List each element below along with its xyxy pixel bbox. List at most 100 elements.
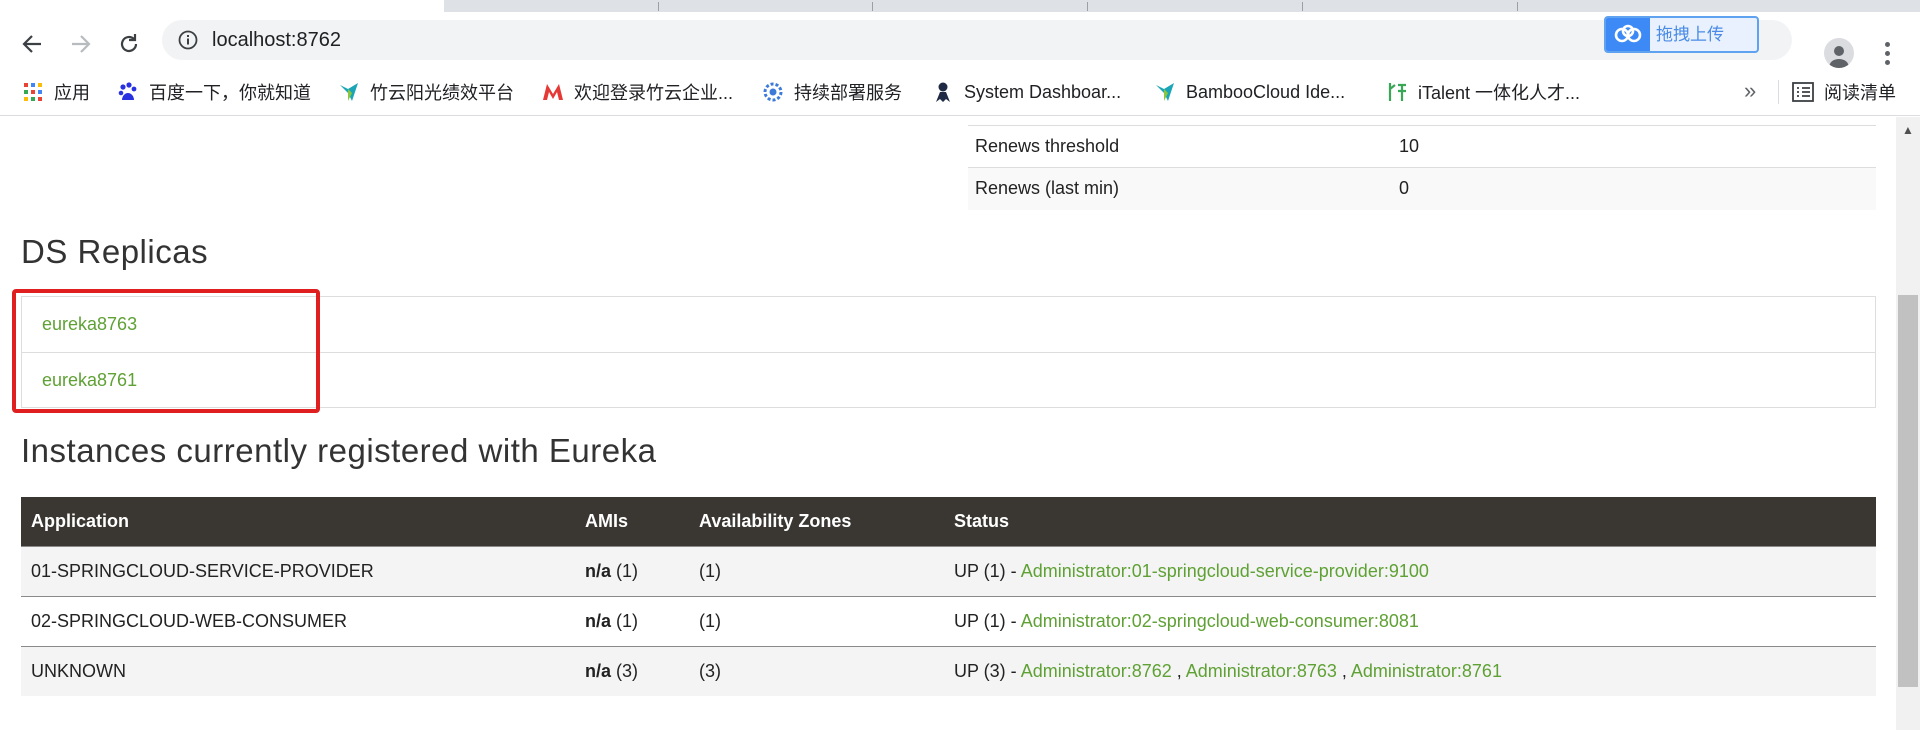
reading-list-label: 阅读清单 [1824,83,1896,103]
table-row: UNKNOWN n/a (3) (3) UP (3) - Administrat… [21,645,1876,696]
bookmark-label: BambooCloud Ide... [1186,81,1346,102]
stat-label: Renews (last min) [968,167,1392,210]
browser-toolbar: localhost:8762 拖拽上传 [0,12,1920,68]
instance-link[interactable]: Administrator:8761 [1351,661,1502,681]
scroll-up-arrow-icon[interactable]: ▲ [1902,123,1914,137]
bookmark-system-dashboard[interactable]: System Dashboar... [932,68,1121,116]
jenkins-icon [932,81,954,103]
bamboo-logo-icon [338,81,360,103]
bookmark-label: System Dashboar... [964,81,1122,102]
column-header-application: Application [21,497,575,546]
status-prefix: UP (1) - [954,560,1021,581]
application-name: UNKNOWN [21,645,575,696]
page-scrollbar[interactable]: ▲ [1896,117,1920,730]
menu-dot-icon [1884,50,1890,56]
m-logo-icon [542,81,564,103]
availability-zones-cell: (1) [689,545,944,596]
instances-table: Application AMIs Availability Zones Stat… [21,497,1876,696]
replica-link-eureka8763[interactable]: eureka8763 [22,297,1875,352]
bookmark-bamboo-performance[interactable]: 竹云阳光绩效平台 [338,68,514,116]
stat-value: 0 [1392,167,1876,210]
scrollbar-thumb[interactable] [1898,295,1918,687]
browser-menu-button[interactable] [1880,38,1894,68]
tab-separator [1087,2,1088,11]
bookmark-apps[interactable]: 应用 [22,68,90,116]
status-cell: UP (3) - Administrator:8762 , Administra… [944,645,1876,696]
column-header-amis: AMIs [575,497,689,546]
stat-value: 10 [1392,125,1876,168]
menu-dot-icon [1884,59,1890,65]
status-prefix: UP (1) - [954,610,1021,631]
table-row: Renews (last min) 0 [968,167,1876,210]
ami-cell: n/a (1) [575,595,689,646]
address-bar[interactable]: localhost:8762 [162,20,1792,60]
bookmark-baidu[interactable]: 百度一下，你就知道 [117,68,311,116]
arrow-left-icon [22,35,41,53]
baidu-upload-label: 拖拽上传 [1656,25,1724,44]
bookmark-label: 百度一下，你就知道 [149,83,311,103]
ami-cell: n/a (1) [575,545,689,596]
baidu-cloud-icon [1606,18,1650,51]
forward-button[interactable] [65,28,97,60]
ami-count: (3) [611,660,639,681]
stat-label: Renews threshold [968,125,1392,168]
instance-link[interactable]: Administrator:8763 [1186,661,1337,681]
bookmark-bamboocloud-identity[interactable]: BambooCloud Ide... [1154,68,1345,116]
tab-strip [0,0,1920,12]
availability-zones-cell: (1) [689,595,944,646]
instance-link[interactable]: Administrator:8762 [1021,661,1172,681]
person-icon [1829,46,1849,68]
instance-link[interactable]: Administrator:02-springcloud-web-consume… [1021,611,1419,631]
replica-link-eureka8761[interactable]: eureka8761 [22,352,1875,407]
apps-grid-icon [22,81,44,103]
back-button[interactable] [16,28,48,60]
arrow-right-icon [72,35,91,53]
ami-count: (1) [611,610,639,631]
general-stats-table: Renews threshold 10 Renews (last min) 0 [968,125,1876,210]
bookmarks-overflow-button[interactable]: » [1744,68,1756,116]
active-tab[interactable] [0,0,444,12]
bamboo-logo-icon [1154,81,1176,103]
menu-dot-icon [1884,41,1890,47]
tab-separator [1302,2,1303,11]
tab-separator [872,2,873,11]
profile-button[interactable] [1824,38,1854,68]
availability-zones-cell: (3) [689,645,944,696]
instance-link[interactable]: Administrator:01-springcloud-service-pro… [1021,561,1429,581]
reading-list-button[interactable]: 阅读清单 [1792,68,1896,116]
tab-separator [1517,2,1518,11]
instances-heading: Instances currently registered with Eure… [21,432,657,469]
reading-list-icon [1792,81,1814,103]
table-row: Renews threshold 10 [968,125,1876,168]
bookmark-label: 竹云阳光绩效平台 [370,83,514,103]
bookmarks-divider [1778,80,1779,104]
url-text[interactable]: localhost:8762 [212,20,341,60]
bookmark-label: iTalent 一体化人才... [1418,83,1581,103]
info-icon[interactable] [178,30,198,50]
ds-replicas-heading: DS Replicas [21,233,209,270]
deploy-gear-icon [762,81,784,103]
status-prefix: UP (3) - [954,660,1021,681]
ami-cell: n/a (3) [575,645,689,696]
bookmark-italent[interactable]: iTalent 一体化人才... [1386,68,1580,116]
column-header-availability-zones: Availability Zones [689,497,944,546]
bookmark-bamboo-enterprise[interactable]: 欢迎登录竹云企业... [542,68,733,116]
reload-button[interactable] [113,28,145,60]
table-header-row: Application AMIs Availability Zones Stat… [21,497,1876,546]
column-header-status: Status [944,497,1876,546]
bookmark-deploy[interactable]: 持续部署服务 [762,68,902,116]
ami-value: n/a [585,610,612,631]
tab-separator [658,2,659,11]
baidu-upload-widget[interactable]: 拖拽上传 [1604,16,1759,53]
bookmark-label: 欢迎登录竹云企业... [574,83,734,103]
bookmark-label: 应用 [54,83,90,103]
ami-value: n/a [585,660,612,681]
status-cell: UP (1) - Administrator:02-springcloud-we… [944,595,1876,646]
table-row: 01-SPRINGCLOUD-SERVICE-PROVIDER n/a (1) … [21,545,1876,596]
ds-replicas-list: eureka8763 eureka8761 [21,296,1876,408]
italent-icon [1386,81,1408,103]
ami-count: (1) [611,560,639,581]
status-cell: UP (1) - Administrator:01-springcloud-se… [944,545,1876,596]
application-name: 01-SPRINGCLOUD-SERVICE-PROVIDER [21,545,575,596]
application-name: 02-SPRINGCLOUD-WEB-CONSUMER [21,595,575,646]
